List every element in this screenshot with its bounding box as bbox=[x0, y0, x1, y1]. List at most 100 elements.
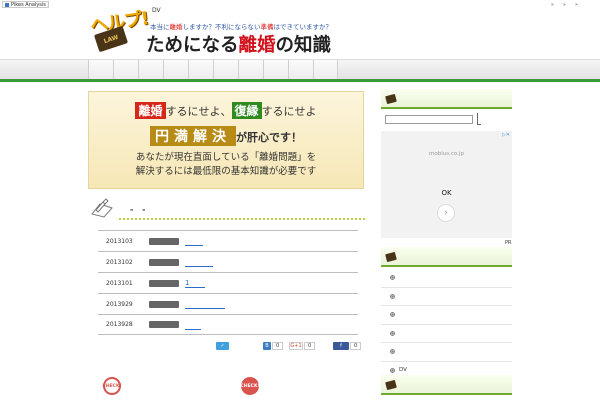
book-icon bbox=[385, 94, 397, 104]
logo-sub-red: 離婚 bbox=[169, 23, 183, 31]
post-title: - - bbox=[130, 205, 149, 214]
hatena-count: 0 bbox=[272, 342, 284, 350]
logo-sub-prefix: 本当に bbox=[150, 23, 170, 31]
bullet-icon bbox=[390, 367, 395, 373]
nav-item-1[interactable] bbox=[88, 60, 113, 80]
global-nav bbox=[0, 59, 600, 80]
row-date: 2013103 bbox=[106, 237, 133, 245]
banner-hl-reunion: 復縁 bbox=[231, 102, 262, 119]
list-item[interactable] bbox=[381, 269, 512, 288]
logo-subtitle: 本当に離婚しますか？不利にならない準備はできていますか？ bbox=[150, 21, 332, 31]
row-date: 2013102 bbox=[106, 258, 133, 266]
row-link[interactable] bbox=[185, 329, 201, 330]
banner-hl-resolve: 円満解決 bbox=[150, 126, 236, 146]
bullet-icon bbox=[390, 312, 395, 318]
row-date: 2013101 bbox=[106, 279, 133, 287]
row-date: 2013928 bbox=[106, 321, 133, 328]
update-table: 2013103 2013102 2013101 1 2013929 201392… bbox=[98, 230, 358, 335]
row-category-badge bbox=[149, 300, 179, 308]
list-item-label: DV bbox=[399, 367, 407, 374]
share-gplus[interactable]: G+1 0 bbox=[289, 342, 316, 350]
pr-label: PR bbox=[505, 240, 512, 246]
logo-sub-suffix: はできていますか？ bbox=[273, 23, 333, 31]
banner-text-1: するにせよ、 bbox=[165, 105, 232, 118]
banner-row-1: 離婚 するにせよ、 復縁 するにせよ bbox=[89, 102, 363, 119]
row-date: 2013929 bbox=[106, 300, 133, 308]
gplus-icon: G+1 bbox=[289, 342, 303, 350]
nav-item-7[interactable] bbox=[238, 60, 263, 80]
top-nav: » » » bbox=[551, 2, 578, 8]
book-icon bbox=[385, 380, 397, 390]
row-link[interactable]: 1 bbox=[185, 279, 205, 288]
row-category-badge bbox=[149, 258, 179, 266]
share-facebook[interactable]: f 0 bbox=[333, 342, 362, 350]
search-input[interactable] bbox=[385, 114, 473, 124]
ad-domain: mobius.co.jp bbox=[429, 151, 464, 157]
sidebar-list: DV bbox=[381, 269, 512, 380]
analysis-label: Pikes Analysis bbox=[11, 1, 46, 8]
logo-main-red: 離婚 bbox=[238, 35, 276, 56]
sidebar-bottom-header bbox=[381, 375, 512, 395]
check-badge-1: CHECK! bbox=[103, 377, 122, 395]
chevron-right-icon[interactable]: › bbox=[437, 204, 455, 222]
table-row: 2013928 bbox=[98, 314, 358, 335]
logo-main-a: ためになる bbox=[146, 35, 239, 56]
list-item[interactable] bbox=[381, 306, 512, 325]
logo-main-b: の知識 bbox=[275, 35, 332, 56]
hatena-icon: B bbox=[263, 342, 271, 350]
row-link[interactable] bbox=[185, 245, 203, 246]
nav-item-6[interactable] bbox=[213, 60, 238, 80]
bullet-icon bbox=[390, 275, 395, 281]
banner-text-3: が肝心です！ bbox=[236, 131, 302, 144]
top-nav-item-2[interactable]: » bbox=[563, 2, 566, 8]
facebook-count: 0 bbox=[350, 342, 362, 350]
list-item[interactable] bbox=[381, 343, 512, 362]
nav-item-5[interactable] bbox=[188, 60, 213, 80]
table-row: 2013102 bbox=[98, 251, 358, 272]
top-strip: Pikes Analysis » » » bbox=[0, 0, 600, 8]
gplus-count: 0 bbox=[304, 342, 316, 350]
table-row: 2013929 bbox=[98, 293, 358, 314]
top-nav-item-3[interactable]: » bbox=[575, 2, 578, 8]
banner-line-4: 解決するには最低限の基本知識が必要です bbox=[135, 166, 317, 177]
table-row: 2013103 bbox=[98, 230, 358, 251]
banner-line-3: あなたが現在直面している「離婚問題」を bbox=[135, 152, 317, 163]
banner-row-2: 円満解決 が肝心です！ bbox=[89, 126, 363, 146]
row-link[interactable] bbox=[185, 308, 225, 309]
sidebar-search bbox=[385, 113, 481, 125]
nav-item-3[interactable] bbox=[138, 60, 163, 80]
sidebar-list-header bbox=[381, 247, 512, 267]
banner-text-2: するにせよ bbox=[261, 105, 317, 118]
logo-sub-mid: しますか？不利にならない bbox=[182, 23, 261, 31]
ad-choices-icon[interactable]: ▷✕ bbox=[502, 132, 510, 138]
row-link[interactable] bbox=[185, 266, 213, 267]
logo-sub-red2: 準備 bbox=[260, 23, 274, 31]
list-item[interactable] bbox=[381, 288, 512, 306]
law-book-label: LAW bbox=[102, 33, 120, 45]
twitter-icon: ✓ bbox=[216, 342, 229, 350]
nav-item-4[interactable] bbox=[163, 60, 188, 80]
row-category-badge bbox=[149, 279, 179, 287]
row-category-badge bbox=[149, 237, 179, 245]
list-item[interactable] bbox=[381, 325, 512, 343]
site-logo[interactable]: ヘルプ! LAW 本当に離婚しますか？不利にならない準備はできていますか？ ため… bbox=[89, 8, 340, 56]
nav-item-8[interactable] bbox=[263, 60, 288, 80]
analysis-badge[interactable]: Pikes Analysis bbox=[2, 1, 49, 8]
share-twitter[interactable]: ✓ bbox=[216, 342, 229, 350]
bullet-icon bbox=[390, 293, 395, 299]
row-category-badge bbox=[149, 321, 179, 328]
nav-item-10[interactable] bbox=[313, 60, 338, 80]
facebook-icon: f bbox=[333, 342, 349, 350]
top-nav-item-1[interactable]: » bbox=[551, 2, 554, 8]
nav-item-9[interactable] bbox=[288, 60, 313, 80]
check-badge-2: CHECK! bbox=[241, 377, 260, 395]
share-hatena[interactable]: B 0 bbox=[263, 342, 284, 350]
search-button[interactable] bbox=[477, 113, 481, 125]
nav-item-2[interactable] bbox=[113, 60, 138, 80]
table-row: 2013101 1 bbox=[98, 272, 358, 293]
sidebar-search-header bbox=[381, 89, 512, 109]
ad-block[interactable]: ▷✕ mobius.co.jp OK › bbox=[381, 131, 512, 238]
banner-row-3: あなたが現在直面している「離婚問題」を 解決するには最低限の基本知識が必要です bbox=[89, 151, 363, 179]
title-dotted-line bbox=[118, 218, 366, 220]
hero-banner: 離婚 するにせよ、 復縁 するにせよ 円満解決 が肝心です！ あなたが現在直面している「… bbox=[88, 91, 364, 189]
